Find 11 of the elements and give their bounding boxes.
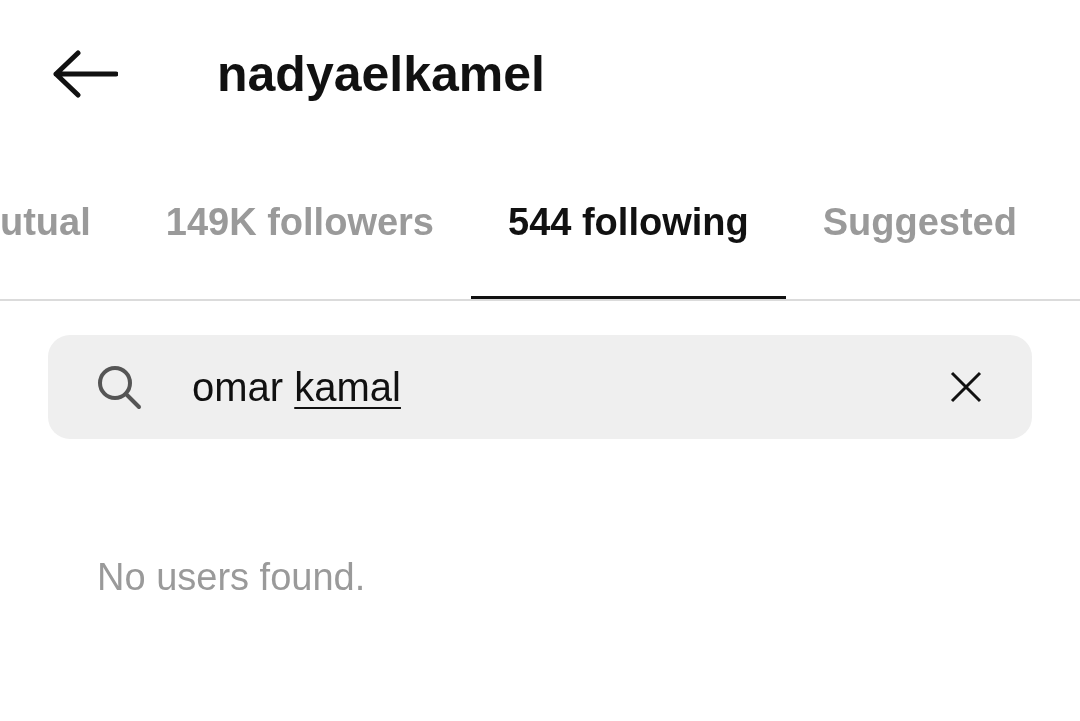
tab[interactable]: 149K followers <box>128 148 471 299</box>
profile-username: nadyaelkamel <box>217 44 545 104</box>
search-field[interactable]: omar kamal <box>48 335 1032 439</box>
empty-message: No users found. <box>97 555 367 600</box>
back-arrow-icon <box>50 50 118 98</box>
search-icon <box>96 364 142 410</box>
close-icon <box>950 371 982 403</box>
search-text: omar kamal <box>192 364 402 411</box>
tab[interactable]: 544 following <box>471 148 786 299</box>
tab[interactable]: utual <box>0 148 129 299</box>
tab[interactable]: Suggested <box>785 148 1054 299</box>
